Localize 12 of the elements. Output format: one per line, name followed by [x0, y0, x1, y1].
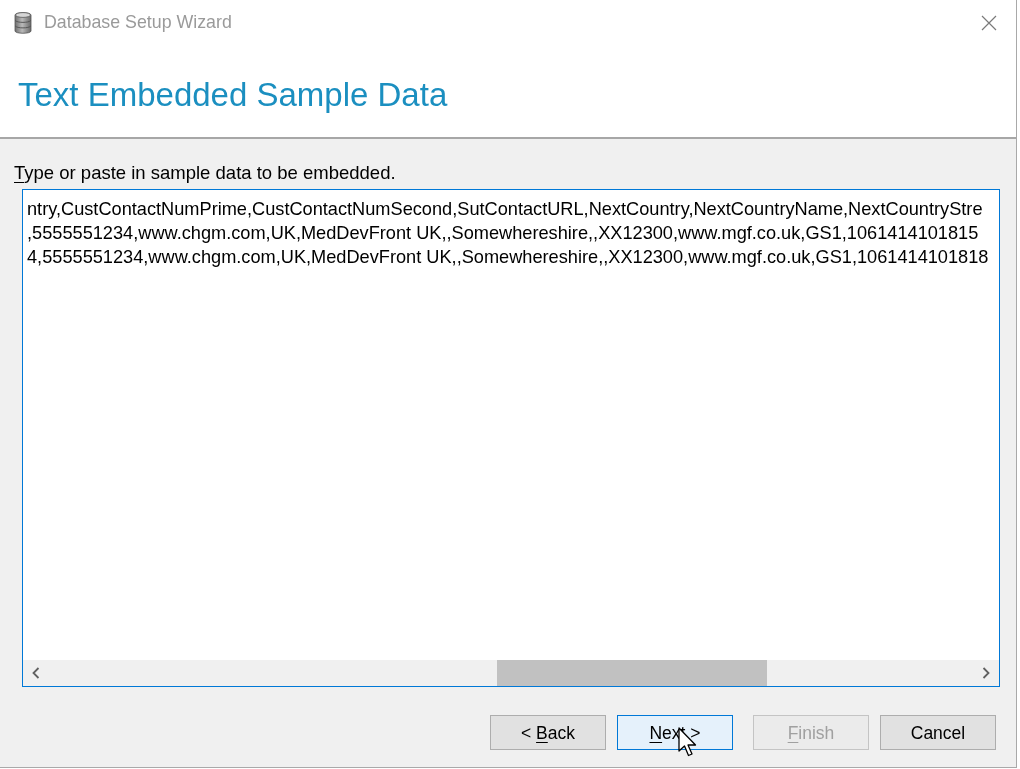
- scrollbar-thumb[interactable]: [497, 660, 767, 686]
- horizontal-scrollbar[interactable]: [23, 660, 999, 686]
- chevron-right-icon[interactable]: [982, 667, 990, 679]
- sample-data-field[interactable]: ntry,CustContactNumPrime,CustContactNumSecond,SutContactURL,NextCountry,NextCountryName,NextCountryStre ,5555551234,www.chgm.com,UK,MedDevFront UK,,Somewhereshire,,XX12300,www.mgf.co.uk,GS1,1061414101815 4,5555551234,www.chgm.com,UK,MedDevFront UK,,Somewhereshire,,XX12300,www.mgf.co.uk,GS1,1061414101818: [22, 189, 1000, 687]
- chevron-left-icon[interactable]: [32, 667, 40, 679]
- close-icon[interactable]: [981, 14, 997, 31]
- page-heading: Text Embedded Sample Data: [18, 75, 448, 115]
- wizard-button[interactable]: Cancel: [880, 715, 996, 750]
- wizard-button[interactable]: < Back: [490, 715, 606, 750]
- instruction-label: Type or paste in sample data to be embedded.: [14, 162, 396, 184]
- database-icon: [14, 10, 32, 35]
- window-title: Database Setup Wizard: [44, 11, 232, 35]
